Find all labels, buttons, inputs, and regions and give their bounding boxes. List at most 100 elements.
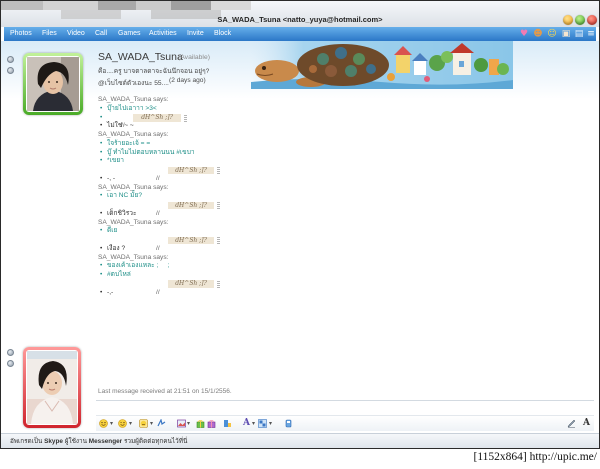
- pixelated-region: [43, 1, 98, 10]
- heart-icon[interactable]: ♥: [519, 29, 529, 39]
- sound-emoticon-icon[interactable]: [139, 419, 148, 428]
- menu-bar: Photos Files Video Call Games Activities…: [4, 27, 596, 41]
- message-text: *เขยา: [107, 157, 124, 165]
- contact-name[interactable]: SA_WADA_Tsuna: [98, 51, 183, 63]
- nudge-icon[interactable]: [157, 419, 166, 428]
- emoticon-icon[interactable]: [99, 419, 108, 428]
- message-text: บุ๊ายไปเอาาา >3<: [107, 104, 157, 112]
- contact-recent-post-time: (2 days ago): [169, 77, 206, 84]
- my-display-name: dH^Sh ;]?: [133, 114, 181, 122]
- share-photo-icon[interactable]: [177, 419, 186, 428]
- emoticon-dropdown-icon[interactable]: ▾: [109, 420, 114, 428]
- background-icon[interactable]: ▣: [561, 29, 571, 39]
- menu-item-call[interactable]: Call: [95, 27, 107, 41]
- smiley-icon[interactable]: ☺: [547, 29, 557, 39]
- menu-item-games[interactable]: Games: [118, 27, 141, 41]
- my-message: -,-: [98, 289, 588, 298]
- handwriting-icon[interactable]: [567, 419, 576, 428]
- my-display-name: dH^Sh ;]?: [168, 201, 214, 210]
- my-avatar[interactable]: [23, 347, 81, 428]
- sender-line: SA_WADA_Tsuna says:: [98, 131, 169, 138]
- status-text: รวมผู้ติดต่อทุกคนไว้ที่นี่: [123, 438, 188, 445]
- my-name-header: // dH^Sh ;]?: [98, 166, 588, 182]
- menu-item-photos[interactable]: Photos: [10, 27, 32, 41]
- handwriting-indicator-icon: [217, 280, 220, 288]
- sender-line: SA_WADA_Tsuna says:: [98, 183, 169, 191]
- menu-item-video[interactable]: Video: [67, 27, 85, 41]
- message-text: บู๊ ทำไมไม่ตอบหลานนน #เขบา: [107, 148, 195, 156]
- pixelated-region: [136, 1, 171, 10]
- wink-icon[interactable]: [118, 419, 127, 428]
- message-text: #ตบไหล่: [107, 271, 131, 278]
- contact-recent-post[interactable]: @เว็บไซต์ตัวเองนะ 55....: [98, 77, 169, 88]
- conversation-history[interactable]: SA_WADA_Tsuna says: บุ๊ายไปเอาาา >3< // …: [98, 96, 588, 297]
- my-message: เด็กชิวิรวะ: [98, 210, 588, 219]
- status-bar: อัพเกรดเป็น Skype ผู้ใช้งาน Messenger รว…: [1, 433, 599, 448]
- expand-contact-icon[interactable]: [7, 56, 14, 63]
- contact-message: *เขยา: [98, 157, 588, 166]
- image-host-watermark: [1152x864] http://upic.me/: [473, 451, 597, 463]
- share-photo-dropdown-icon[interactable]: ▾: [186, 420, 191, 428]
- handwriting-indicator-icon: [217, 237, 220, 244]
- sender-line: SA_WADA_Tsuna says:: [98, 96, 169, 103]
- my-display-name: dH^Sh ;]?: [168, 236, 214, 245]
- background-dropdown-icon[interactable]: ▾: [268, 420, 273, 428]
- activity-icon[interactable]: [223, 419, 232, 428]
- handwriting-indicator-icon: [217, 167, 220, 174]
- menu-item-files[interactable]: Files: [42, 27, 57, 41]
- message-text: ไม่ใช่ ~ ~: [107, 122, 134, 130]
- menu-item-block[interactable]: Block: [214, 27, 231, 41]
- message-text: เด็กชิวิรวะ: [107, 209, 137, 217]
- close-button[interactable]: [587, 15, 597, 25]
- contact-message: #ตบไหล่: [98, 271, 588, 280]
- messenger-window: SA_WADA_Tsuna <natto_yuya@hotmail.com> P…: [0, 0, 600, 449]
- show-menu-icon[interactable]: ≡: [586, 29, 596, 39]
- skype-upgrade-notice[interactable]: อัพเกรดเป็น Skype ผู้ใช้งาน Messenger รว…: [10, 434, 188, 448]
- wink-dropdown-icon[interactable]: ▾: [128, 420, 133, 428]
- voice-clip-icon[interactable]: [284, 419, 293, 428]
- message-input[interactable]: [97, 402, 593, 414]
- expand-self-icon[interactable]: [7, 349, 14, 356]
- text-mode-icon[interactable]: A: [582, 419, 591, 428]
- friend-icon[interactable]: ☻: [533, 29, 543, 39]
- message-text: ของเค้าเองแหละ ; ;: [107, 262, 170, 270]
- background-icon[interactable]: [258, 419, 267, 428]
- games-icon[interactable]: [196, 419, 205, 428]
- sender-line: SA_WADA_Tsuna says:: [98, 218, 169, 226]
- menu-item-activities[interactable]: Activities: [149, 27, 177, 41]
- my-message: ไม่ใช่ ~ ~: [98, 122, 588, 131]
- message-text: -,-: [107, 288, 114, 296]
- status-text: อัพเกรดเป็น: [10, 438, 43, 445]
- contact-photo: [26, 56, 80, 112]
- sound-emoticon-dropdown-icon[interactable]: ▾: [149, 420, 154, 428]
- contact-message: ของเค้าเองแหละ ; ;: [98, 262, 588, 271]
- my-photo-image: [27, 351, 77, 424]
- my-name-header: // dH^Sh ;]?: [98, 114, 588, 129]
- contact-avatar[interactable]: [23, 53, 83, 115]
- handwriting-indicator-icon: [184, 114, 187, 122]
- title-bar[interactable]: SA_WADA_Tsuna <natto_yuya@hotmail.com>: [1, 1, 599, 27]
- font-icon[interactable]: A: [242, 419, 251, 428]
- self-card-icon[interactable]: [7, 360, 14, 367]
- my-name-header: // dH^Sh ;]?: [98, 201, 588, 217]
- handwriting-indicator-icon: [217, 202, 220, 209]
- pixelated-region: [211, 1, 251, 10]
- status-brand-skype: Skype: [44, 438, 63, 445]
- contact-message: ดีเย: [98, 227, 588, 236]
- message-text: เงือง ?: [107, 244, 126, 252]
- contact-card-icon[interactable]: [7, 67, 14, 74]
- my-message: เงือง ?: [98, 245, 588, 254]
- animation-icon[interactable]: [207, 419, 216, 428]
- message-text: -, -: [107, 174, 116, 182]
- menu-item-invite[interactable]: Invite: [187, 27, 204, 41]
- layout-icon[interactable]: ▤: [574, 29, 584, 39]
- status-brand-messenger: Messenger: [88, 438, 123, 445]
- maximize-button[interactable]: [575, 15, 585, 25]
- font-dropdown-icon[interactable]: ▾: [251, 420, 256, 428]
- my-name-header: // dH^Sh ;]?: [98, 236, 588, 252]
- message-text: เอา NC มั้ย?: [107, 192, 142, 200]
- minimize-button[interactable]: [563, 15, 573, 25]
- status-text: ผู้ใช้งาน: [64, 438, 87, 445]
- contact-personal-message: คือ....ครู บาจตาลดาจะฉันนึกจอน อยู่ๆ?: [98, 68, 210, 75]
- window-title: SA_WADA_Tsuna <natto_yuya@hotmail.com>: [217, 15, 383, 24]
